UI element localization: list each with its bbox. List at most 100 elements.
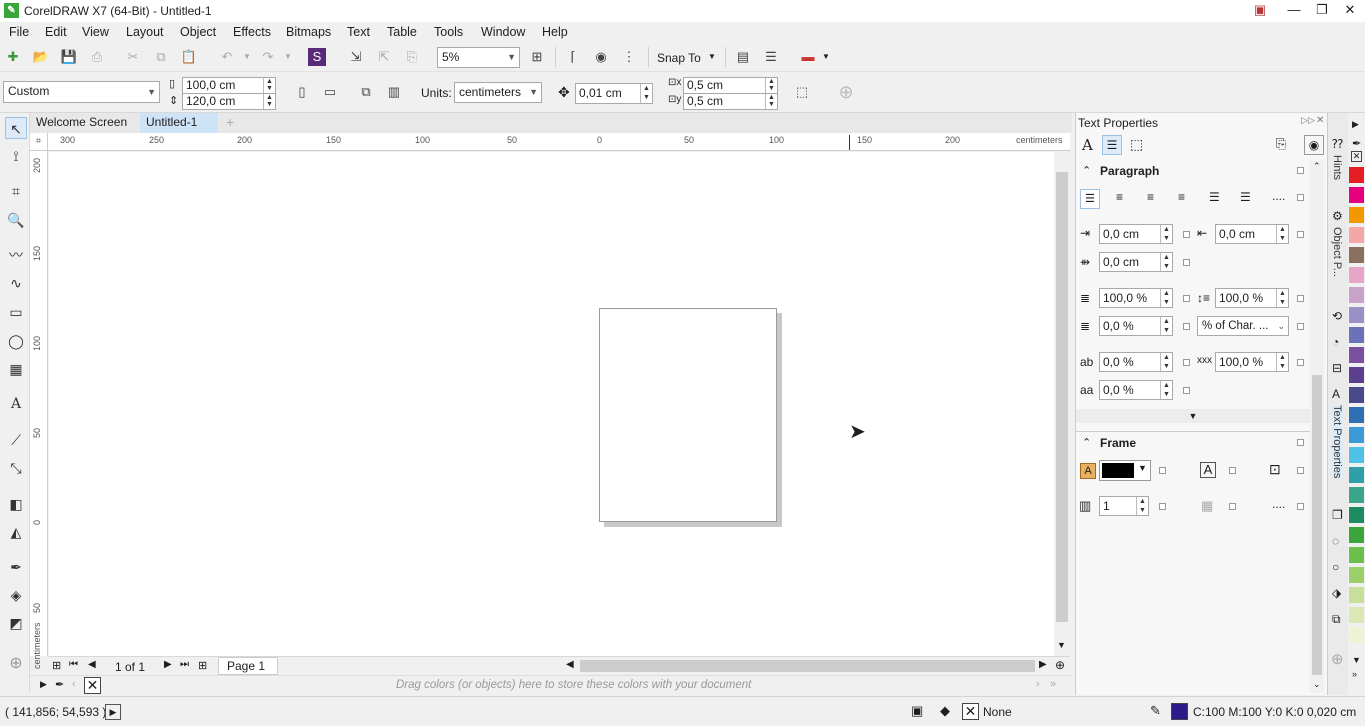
- add-icon[interactable]: ⊕: [835, 82, 857, 102]
- palette-scroll-right-icon[interactable]: ›: [1036, 678, 1040, 690]
- columns-input[interactable]: 1 ▲ ▼: [1099, 496, 1149, 516]
- duplicate-y-input[interactable]: 0,5 cm ▲ ▼: [683, 93, 778, 110]
- vertical-alignment-icon[interactable]: ⊡: [1269, 461, 1281, 478]
- color-swatch[interactable]: [1349, 447, 1364, 463]
- add-tool-icon[interactable]: ⊕: [5, 653, 27, 675]
- full-screen-preview-icon[interactable]: ⌈: [562, 47, 584, 67]
- eyedropper-icon[interactable]: ✒: [5, 556, 27, 578]
- menu-tools[interactable]: Tools: [434, 25, 463, 39]
- welcome-screen-icon[interactable]: ▤: [732, 47, 754, 67]
- menu-effects[interactable]: Effects: [233, 25, 271, 39]
- line-spacing-input[interactable]: 100,0 % ▲ ▼: [1215, 288, 1289, 308]
- ellipse-tool-icon[interactable]: ◯: [5, 330, 27, 352]
- drop-shadow-icon[interactable]: ◧: [5, 493, 27, 515]
- docker-scrollbar[interactable]: ⌃ ⌄: [1310, 161, 1324, 693]
- scroll-left-icon[interactable]: ◀: [566, 659, 574, 670]
- color-swatch[interactable]: [1349, 327, 1364, 343]
- shaping-icon[interactable]: ◔: [1332, 335, 1339, 349]
- redo-dropdown-icon[interactable]: ▼: [277, 47, 299, 67]
- color-swatch[interactable]: [1349, 567, 1364, 583]
- color-swatch[interactable]: [1349, 167, 1364, 183]
- next-page-icon[interactable]: ▶: [164, 659, 172, 670]
- connector-tool-icon[interactable]: ⤡: [5, 457, 27, 479]
- align-left-icon[interactable]: ≡: [1116, 190, 1123, 204]
- color-proof-icon[interactable]: ▣: [911, 703, 923, 719]
- menu-table[interactable]: Table: [387, 25, 417, 39]
- color-swatch[interactable]: [1349, 287, 1364, 303]
- color-swatch[interactable]: [1349, 367, 1364, 383]
- color-swatch[interactable]: [1349, 427, 1364, 443]
- spin-arrows-icon[interactable]: ▲ ▼: [263, 94, 275, 109]
- expand-section-icon[interactable]: ▼: [1076, 409, 1310, 423]
- color-swatch[interactable]: [1349, 487, 1364, 503]
- save-icon[interactable]: 💾: [58, 47, 80, 67]
- color-swatch[interactable]: [1349, 527, 1364, 543]
- preview-icon[interactable]: ◉: [1304, 135, 1324, 155]
- new-tab-icon[interactable]: +: [220, 113, 240, 133]
- option-checkbox-icon[interactable]: [1183, 295, 1190, 302]
- user-icon[interactable]: ▣: [1243, 0, 1277, 22]
- smart-fill-icon[interactable]: ◩: [5, 612, 27, 634]
- spin-arrows-icon[interactable]: ▲ ▼: [1160, 225, 1172, 243]
- redo-icon[interactable]: ↷: [257, 47, 279, 67]
- chevron-down-icon[interactable]: ▼: [708, 52, 716, 61]
- spin-arrows-icon[interactable]: ▲ ▼: [1276, 225, 1288, 243]
- option-checkbox-icon[interactable]: [1297, 467, 1304, 474]
- align-distribute-icon[interactable]: ⊟: [1332, 361, 1342, 375]
- object-manager-icon[interactable]: ❐: [1332, 508, 1343, 522]
- option-checkbox-icon[interactable]: [1297, 194, 1304, 201]
- copy-icon[interactable]: ⧉: [150, 47, 172, 67]
- justify-full-icon[interactable]: ☰: [1209, 190, 1220, 204]
- menu-view[interactable]: View: [82, 25, 109, 39]
- export-icon[interactable]: ⇱: [373, 47, 395, 67]
- character-icon[interactable]: A: [1082, 136, 1093, 154]
- color-swatch[interactable]: [1349, 307, 1364, 323]
- spin-arrows-icon[interactable]: ▲ ▼: [263, 78, 275, 93]
- scroll-down-icon[interactable]: ⌄: [1313, 679, 1321, 690]
- freehand-tool-icon[interactable]: 〰: [5, 244, 27, 266]
- tab-text-properties[interactable]: Text Properties: [1331, 405, 1343, 479]
- color-swatch[interactable]: [1349, 467, 1364, 483]
- insert-page-after-icon[interactable]: ⊞: [198, 659, 207, 672]
- units-select[interactable]: centimeters ▼: [454, 82, 542, 103]
- zoom-tool-icon[interactable]: 🔍: [5, 209, 27, 231]
- color-swatch[interactable]: [1349, 187, 1364, 203]
- color-styles-icon[interactable]: ◌: [1332, 534, 1339, 548]
- color-swatch[interactable]: [1349, 347, 1364, 363]
- page-size-select[interactable]: Custom ▼: [3, 81, 160, 103]
- shape-tool-icon[interactable]: ⟟: [5, 145, 27, 167]
- color-swatch[interactable]: [1349, 607, 1364, 623]
- spin-arrows-icon[interactable]: ▲ ▼: [640, 84, 652, 103]
- paste-icon[interactable]: 📋: [178, 47, 200, 67]
- transform-icon[interactable]: ⟲: [1332, 309, 1342, 323]
- palette-flyout-icon[interactable]: ▶: [40, 679, 47, 690]
- outline-color-swatch[interactable]: [1171, 703, 1188, 720]
- interactive-fill-icon[interactable]: ◈: [5, 584, 27, 606]
- color-swatch[interactable]: [1349, 267, 1364, 283]
- first-line-indent-input[interactable]: 0,0 cm ▲ ▼: [1099, 252, 1173, 272]
- option-checkbox-icon[interactable]: [1297, 323, 1304, 330]
- options-icon[interactable]: ☰: [760, 47, 782, 67]
- frame-icon[interactable]: ⬚: [1130, 136, 1143, 153]
- eyedropper-icon[interactable]: ✒: [1352, 137, 1361, 150]
- ruler-origin-icon[interactable]: ⌗: [30, 133, 48, 151]
- current-page-icon[interactable]: ▥: [383, 82, 405, 102]
- option-checkbox-icon[interactable]: [1297, 295, 1304, 302]
- crop-tool-icon[interactable]: ⌗: [5, 180, 27, 202]
- pick-tool-icon[interactable]: ↖: [5, 117, 27, 139]
- fill-none-swatch[interactable]: ✕: [962, 703, 979, 720]
- vertical-scrollbar[interactable]: ▼: [1054, 152, 1070, 656]
- align-none-icon[interactable]: ☰: [1080, 189, 1100, 209]
- character-spacing-input[interactable]: 0,0 % ▲ ▼: [1099, 352, 1173, 372]
- spin-arrows-icon[interactable]: ▲ ▼: [1160, 381, 1172, 399]
- scroll-down-icon[interactable]: ▼: [1057, 640, 1066, 650]
- text-tool-icon[interactable]: A: [5, 393, 27, 415]
- palette-scroll-up-icon[interactable]: ▶: [1352, 119, 1359, 130]
- play-icon[interactable]: ▶: [105, 704, 121, 720]
- import-icon[interactable]: ⇲: [345, 47, 367, 67]
- print-icon[interactable]: ⎙: [86, 47, 108, 67]
- paragraph-spacing-input[interactable]: 100,0 % ▲ ▼: [1099, 288, 1173, 308]
- text-frame-icon[interactable]: A: [1200, 462, 1216, 478]
- word-spacing-input[interactable]: 100,0 % ▲ ▼: [1215, 352, 1289, 372]
- color-swatch[interactable]: [1349, 407, 1364, 423]
